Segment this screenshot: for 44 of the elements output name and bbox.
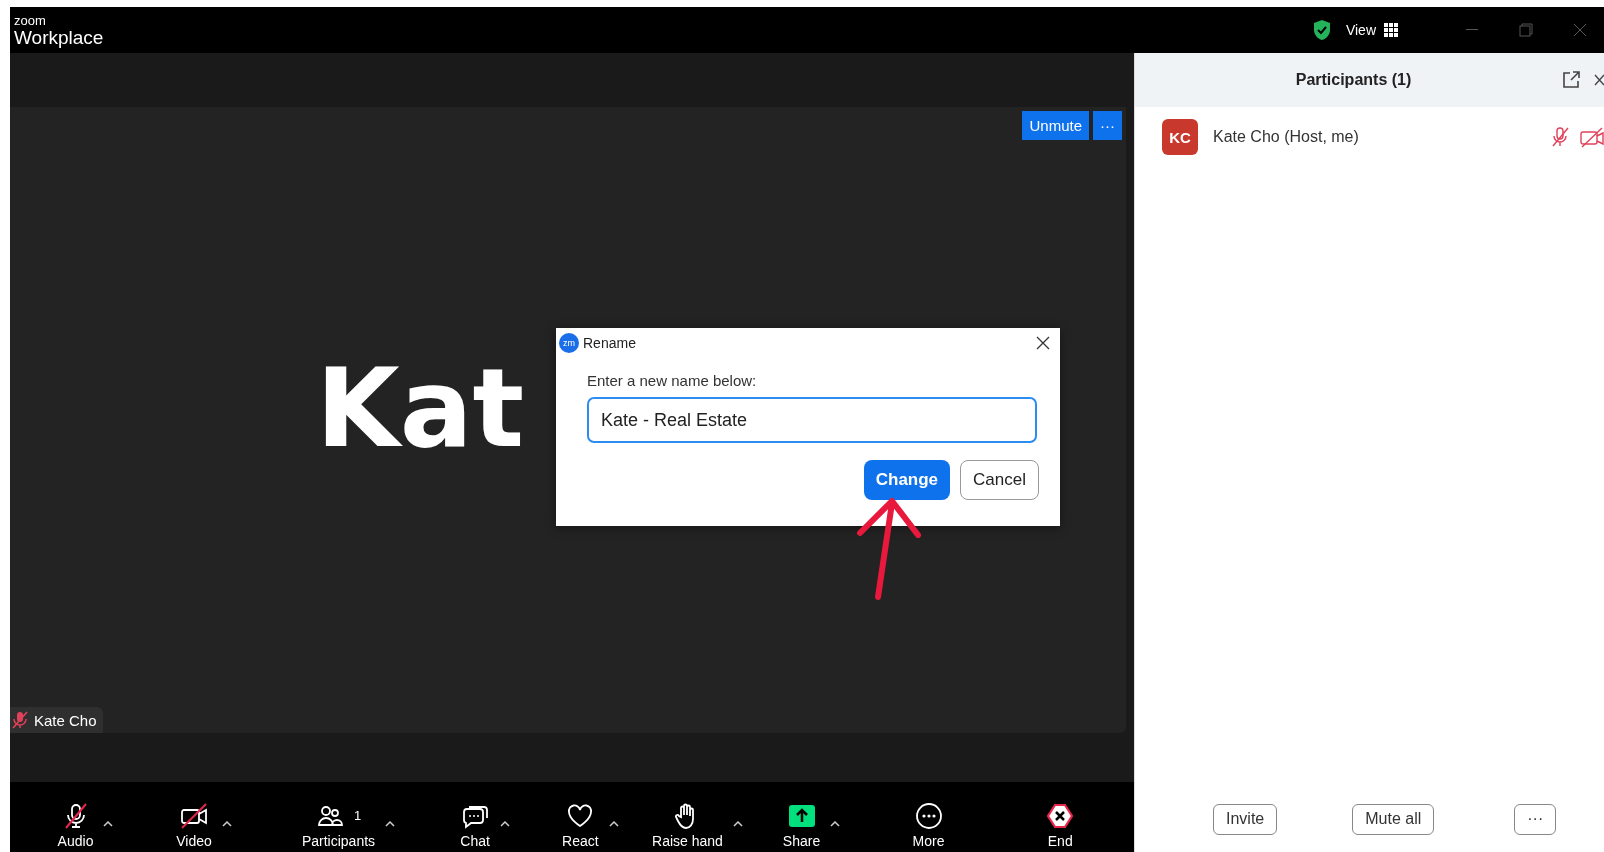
footer-button[interactable]: Invite <box>1213 803 1278 835</box>
secondary-button[interactable]: Cancel <box>960 460 1039 500</box>
minimize-icon[interactable] <box>1466 29 1478 31</box>
caret-icon[interactable] <box>103 821 114 827</box>
view-button[interactable]: View <box>1345 22 1398 38</box>
toolbar-button[interactable]: End <box>1046 800 1075 849</box>
caret-icon[interactable] <box>385 821 396 827</box>
pop-out-icon[interactable] <box>1562 71 1580 89</box>
primary-button[interactable]: Change <box>863 460 951 500</box>
participant-row[interactable]: KC Kate Cho (Host, me) <box>1135 107 1604 167</box>
brand-name: Workplace <box>14 27 104 47</box>
avatar-initials: KC <box>1162 119 1198 155</box>
toolbar-button[interactable]: Video <box>176 800 212 849</box>
shield-check-icon[interactable] <box>1311 19 1332 41</box>
brand-small-text: zoom <box>14 13 47 27</box>
toolbar-button[interactable]: 1 Participants <box>301 800 376 849</box>
muted-microphone-icon[interactable] <box>1550 126 1570 148</box>
caret-icon[interactable] <box>830 821 841 827</box>
toolbar-button[interactable]: React <box>562 800 599 849</box>
panel-title: Participants (1) <box>1294 71 1413 89</box>
grid-icon <box>1384 23 1398 37</box>
app-badge: zm <box>559 333 579 353</box>
dialog-title: Rename <box>583 335 637 351</box>
count-text: 1 <box>353 808 362 824</box>
toolbar-button[interactable]: Audio <box>57 800 94 849</box>
toolbar-button[interactable]: More <box>912 800 945 849</box>
toolbar-button[interactable]: Chat <box>460 800 490 849</box>
footer-button[interactable]: ··· <box>1514 803 1557 835</box>
participant-name: Kate Cho (Host, me) <box>1213 128 1360 146</box>
caret-icon[interactable] <box>499 821 510 827</box>
caret-icon[interactable] <box>221 821 232 827</box>
footer-button[interactable]: Mute all <box>1352 803 1435 835</box>
caret-icon[interactable] <box>732 821 743 827</box>
unmute-button[interactable]: Unmute <box>1022 111 1089 140</box>
prompt-text: Enter a new name below: <box>587 372 758 389</box>
toolbar-button[interactable]: Raise hand <box>652 800 723 849</box>
video-off-icon[interactable] <box>1580 126 1604 148</box>
toolbar-button[interactable]: Share <box>782 800 821 849</box>
caret-icon[interactable] <box>608 821 619 827</box>
close-icon[interactable] <box>1594 73 1604 87</box>
name-tag-text: Kate Cho <box>34 711 97 729</box>
more-options-button[interactable]: ··· <box>1093 111 1122 140</box>
participant-display-name: Kat <box>316 355 525 463</box>
name-input-field[interactable]: Kate - Real Estate <box>587 397 1037 443</box>
